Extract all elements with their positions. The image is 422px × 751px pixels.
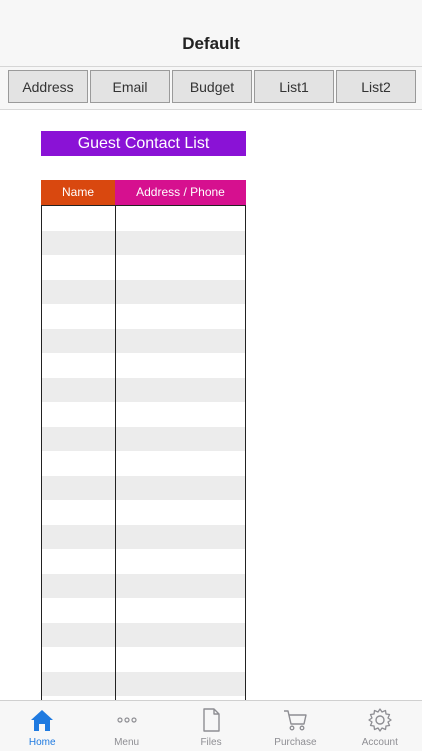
bottom-tab-label: Menu xyxy=(114,737,140,748)
table-row[interactable] xyxy=(42,426,245,452)
guest-grid xyxy=(41,205,246,700)
address-phone-cell[interactable] xyxy=(116,525,245,550)
name-cell[interactable] xyxy=(42,598,116,623)
bottom-tab-menu[interactable]: Menu xyxy=(84,701,168,751)
file-icon xyxy=(203,708,220,732)
table-row[interactable] xyxy=(42,500,245,525)
cart-icon xyxy=(284,710,308,731)
name-cell[interactable] xyxy=(42,353,116,378)
table-row[interactable] xyxy=(42,549,245,574)
name-cell[interactable] xyxy=(42,647,116,672)
more-icon xyxy=(117,717,137,723)
tab-list2[interactable]: List2 xyxy=(336,70,416,103)
tab-list1[interactable]: List1 xyxy=(254,70,334,103)
address-phone-cell[interactable] xyxy=(116,329,245,354)
address-phone-cell[interactable] xyxy=(116,500,245,525)
table-row[interactable] xyxy=(42,328,245,354)
name-cell[interactable] xyxy=(42,573,116,598)
address-phone-cell[interactable] xyxy=(116,623,245,648)
name-cell[interactable] xyxy=(42,475,116,500)
table-row[interactable] xyxy=(42,647,245,672)
bottom-tab-label: Files xyxy=(200,737,222,748)
name-cell[interactable] xyxy=(42,255,116,280)
bottom-tab-purchase[interactable]: Purchase xyxy=(253,701,337,751)
address-phone-cell[interactable] xyxy=(116,255,245,280)
page-title: Default xyxy=(182,34,240,53)
address-phone-cell[interactable] xyxy=(116,598,245,623)
table-row[interactable] xyxy=(42,475,245,501)
table-row[interactable] xyxy=(42,206,245,231)
table-row[interactable] xyxy=(42,671,245,697)
address-phone-cell[interactable] xyxy=(116,672,245,697)
table-row[interactable] xyxy=(42,304,245,329)
table-row[interactable] xyxy=(42,402,245,427)
table-row[interactable] xyxy=(42,598,245,623)
name-cell[interactable] xyxy=(42,328,116,353)
address-phone-cell[interactable] xyxy=(116,476,245,501)
table-row[interactable] xyxy=(42,451,245,476)
address-phone-cell[interactable] xyxy=(116,378,245,403)
bottom-tab-label: Purchase xyxy=(274,737,317,748)
name-cell[interactable] xyxy=(42,500,116,525)
address-phone-cell[interactable] xyxy=(116,280,245,305)
name-cell[interactable] xyxy=(42,426,116,451)
name-cell[interactable] xyxy=(42,402,116,427)
table-row[interactable] xyxy=(42,230,245,256)
name-cell[interactable] xyxy=(42,524,116,549)
name-cell[interactable] xyxy=(42,451,116,476)
address-phone-cell[interactable] xyxy=(116,451,245,476)
address-phone-cell[interactable] xyxy=(116,427,245,452)
table-row[interactable] xyxy=(42,279,245,305)
name-cell[interactable] xyxy=(42,230,116,255)
name-cell[interactable] xyxy=(42,304,116,329)
address-phone-cell[interactable] xyxy=(116,353,245,378)
address-phone-cell[interactable] xyxy=(116,231,245,256)
table-row[interactable] xyxy=(42,353,245,378)
table-row[interactable] xyxy=(42,255,245,280)
bottom-tab-label: Account xyxy=(361,737,398,748)
address-phone-cell[interactable] xyxy=(116,549,245,574)
bottom-tab-bar: Home Menu Files Purchase Account xyxy=(0,700,422,751)
address-phone-cell[interactable] xyxy=(116,647,245,672)
table-row[interactable] xyxy=(42,622,245,648)
guest-list-title: Guest Contact List xyxy=(41,131,246,156)
table-row[interactable] xyxy=(42,573,245,599)
name-cell[interactable] xyxy=(42,549,116,574)
address-phone-cell[interactable] xyxy=(116,304,245,329)
name-cell[interactable] xyxy=(42,671,116,696)
tab-budget[interactable]: Budget xyxy=(172,70,252,103)
tab-address[interactable]: Address xyxy=(8,70,88,103)
bottom-tab-account[interactable]: Account xyxy=(338,701,422,751)
address-phone-cell[interactable] xyxy=(116,402,245,427)
table-row[interactable] xyxy=(42,377,245,403)
address-phone-cell[interactable] xyxy=(116,574,245,599)
name-cell[interactable] xyxy=(42,279,116,304)
name-cell[interactable] xyxy=(42,206,116,231)
address-phone-cell[interactable] xyxy=(116,206,245,231)
bottom-tab-label: Home xyxy=(28,737,56,748)
column-header-name: Name xyxy=(41,180,115,205)
bottom-tab-home[interactable]: Home xyxy=(0,701,84,751)
tab-email[interactable]: Email xyxy=(90,70,170,103)
table-row[interactable] xyxy=(42,524,245,550)
name-cell[interactable] xyxy=(42,377,116,402)
gear-icon xyxy=(368,708,392,732)
name-cell[interactable] xyxy=(42,622,116,647)
navigation-bar: Default xyxy=(0,0,422,67)
bottom-tab-files[interactable]: Files xyxy=(169,701,253,751)
home-icon xyxy=(31,710,54,731)
column-header-address-phone: Address / Phone xyxy=(115,180,246,205)
tab-strip: Address Email Budget List1 List2 xyxy=(0,67,422,110)
